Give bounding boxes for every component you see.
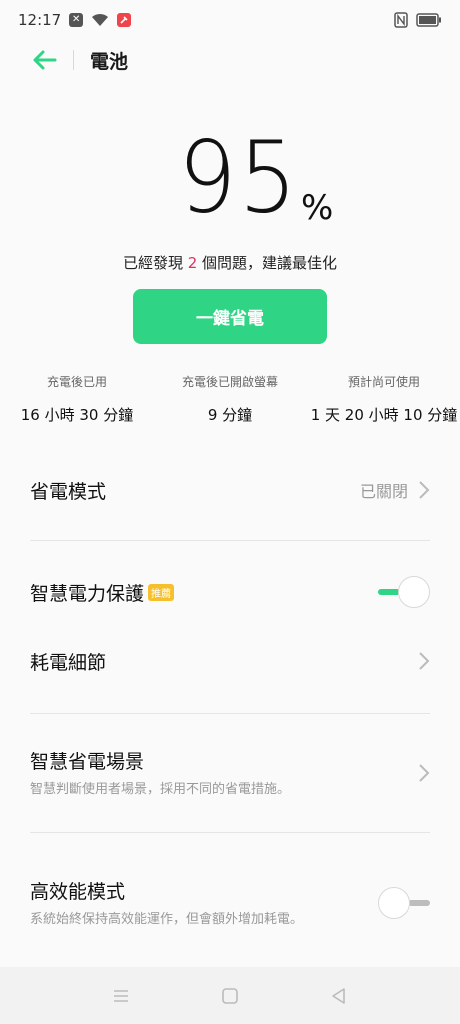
issues-suffix: 個問題，建議最佳化 xyxy=(197,254,338,272)
chevron-right-icon xyxy=(419,481,430,499)
power-usage-details-row[interactable]: 耗電細節 xyxy=(30,643,430,679)
page-title: 電池 xyxy=(90,51,129,73)
stat-estimated-remaining: 預計尚可使用 1 天 20 小時 10 分鐘 xyxy=(308,373,460,425)
status-time: 12:17 xyxy=(18,11,62,29)
toggle-track xyxy=(378,589,400,595)
back-arrow-icon[interactable] xyxy=(30,48,58,72)
smart-power-protection-row[interactable]: 智慧電力保護 推薦 xyxy=(30,541,430,643)
recommended-badge: 推薦 xyxy=(148,583,175,601)
battery-level-display: 95 % xyxy=(0,123,460,238)
issues-prefix: 已經發現 xyxy=(122,254,188,272)
chevron-right-icon xyxy=(419,652,430,670)
toggle-track xyxy=(408,900,430,906)
stat-label: 充電後已用 xyxy=(46,375,107,389)
row-subtitle: 系統始終保持高效能運作，但會額外增加耗電。 xyxy=(30,911,304,927)
stat-screen-on-since-charge: 充電後已開啟螢幕 9 分鐘 xyxy=(165,373,295,425)
row-title: 高效能模式 xyxy=(30,880,126,903)
stat-value: 9 分鐘 xyxy=(207,406,253,424)
smart-power-toggle[interactable] xyxy=(378,576,430,608)
power-saving-status: 已關閉 xyxy=(359,482,408,501)
close-notification-icon: ✕ xyxy=(69,13,84,27)
menu-icon[interactable] xyxy=(110,985,132,1007)
wifi-icon xyxy=(91,13,109,27)
toggle-knob xyxy=(378,887,410,919)
stat-used-since-charge: 充電後已用 16 小時 30 分鐘 xyxy=(12,373,142,425)
nfc-icon xyxy=(394,12,408,28)
home-icon[interactable] xyxy=(219,985,241,1007)
system-nav-bar xyxy=(0,967,460,1024)
toggle-knob xyxy=(398,576,430,608)
back-icon[interactable] xyxy=(328,985,350,1007)
app-notification-icon xyxy=(117,13,132,27)
stat-label: 預計尚可使用 xyxy=(347,375,420,389)
stat-value: 16 小時 30 分鐘 xyxy=(20,406,134,424)
battery-level-unit: % xyxy=(301,188,334,228)
app-bar: 電池 xyxy=(0,40,460,80)
power-saving-mode-row[interactable]: 省電模式 已關閉 xyxy=(30,458,430,522)
app-bar-divider xyxy=(73,50,74,70)
battery-icon xyxy=(416,13,442,27)
row-subtitle: 智慧判斷使用者場景，採用不同的省電措施。 xyxy=(30,781,291,797)
high-performance-toggle[interactable] xyxy=(378,887,430,919)
settings-list: 省電模式 已關閉 智慧電力保護 推薦 耗電細節 智慧省電場景 智慧判斷使用者場景，… xyxy=(30,458,430,973)
smart-power-scenes-row[interactable]: 智慧省電場景 智慧判斷使用者場景，採用不同的省電措施。 xyxy=(30,714,430,832)
row-title: 智慧省電場景 xyxy=(30,750,145,773)
status-bar: 12:17 ✕ xyxy=(0,0,460,40)
row-title: 耗電細節 xyxy=(30,651,107,674)
battery-level-value: 95 xyxy=(178,119,300,236)
stat-label: 充電後已開啟螢幕 xyxy=(181,375,278,389)
issues-summary: 已經發現 2 個問題，建議最佳化 xyxy=(0,252,460,273)
battery-stats: 充電後已用 16 小時 30 分鐘 充電後已開啟螢幕 9 分鐘 預計尚可使用 1… xyxy=(0,373,460,433)
high-performance-mode-row[interactable]: 高效能模式 系統始終保持高效能運作，但會額外增加耗電。 xyxy=(30,833,430,973)
one-tap-optimize-button[interactable]: 一鍵省電 xyxy=(133,289,327,344)
chevron-right-icon xyxy=(419,764,430,782)
issues-count: 2 xyxy=(187,254,198,272)
row-title: 智慧電力保護 推薦 xyxy=(30,579,175,606)
row-title: 省電模式 xyxy=(30,480,107,503)
stat-value: 1 天 20 小時 10 分鐘 xyxy=(310,406,458,424)
